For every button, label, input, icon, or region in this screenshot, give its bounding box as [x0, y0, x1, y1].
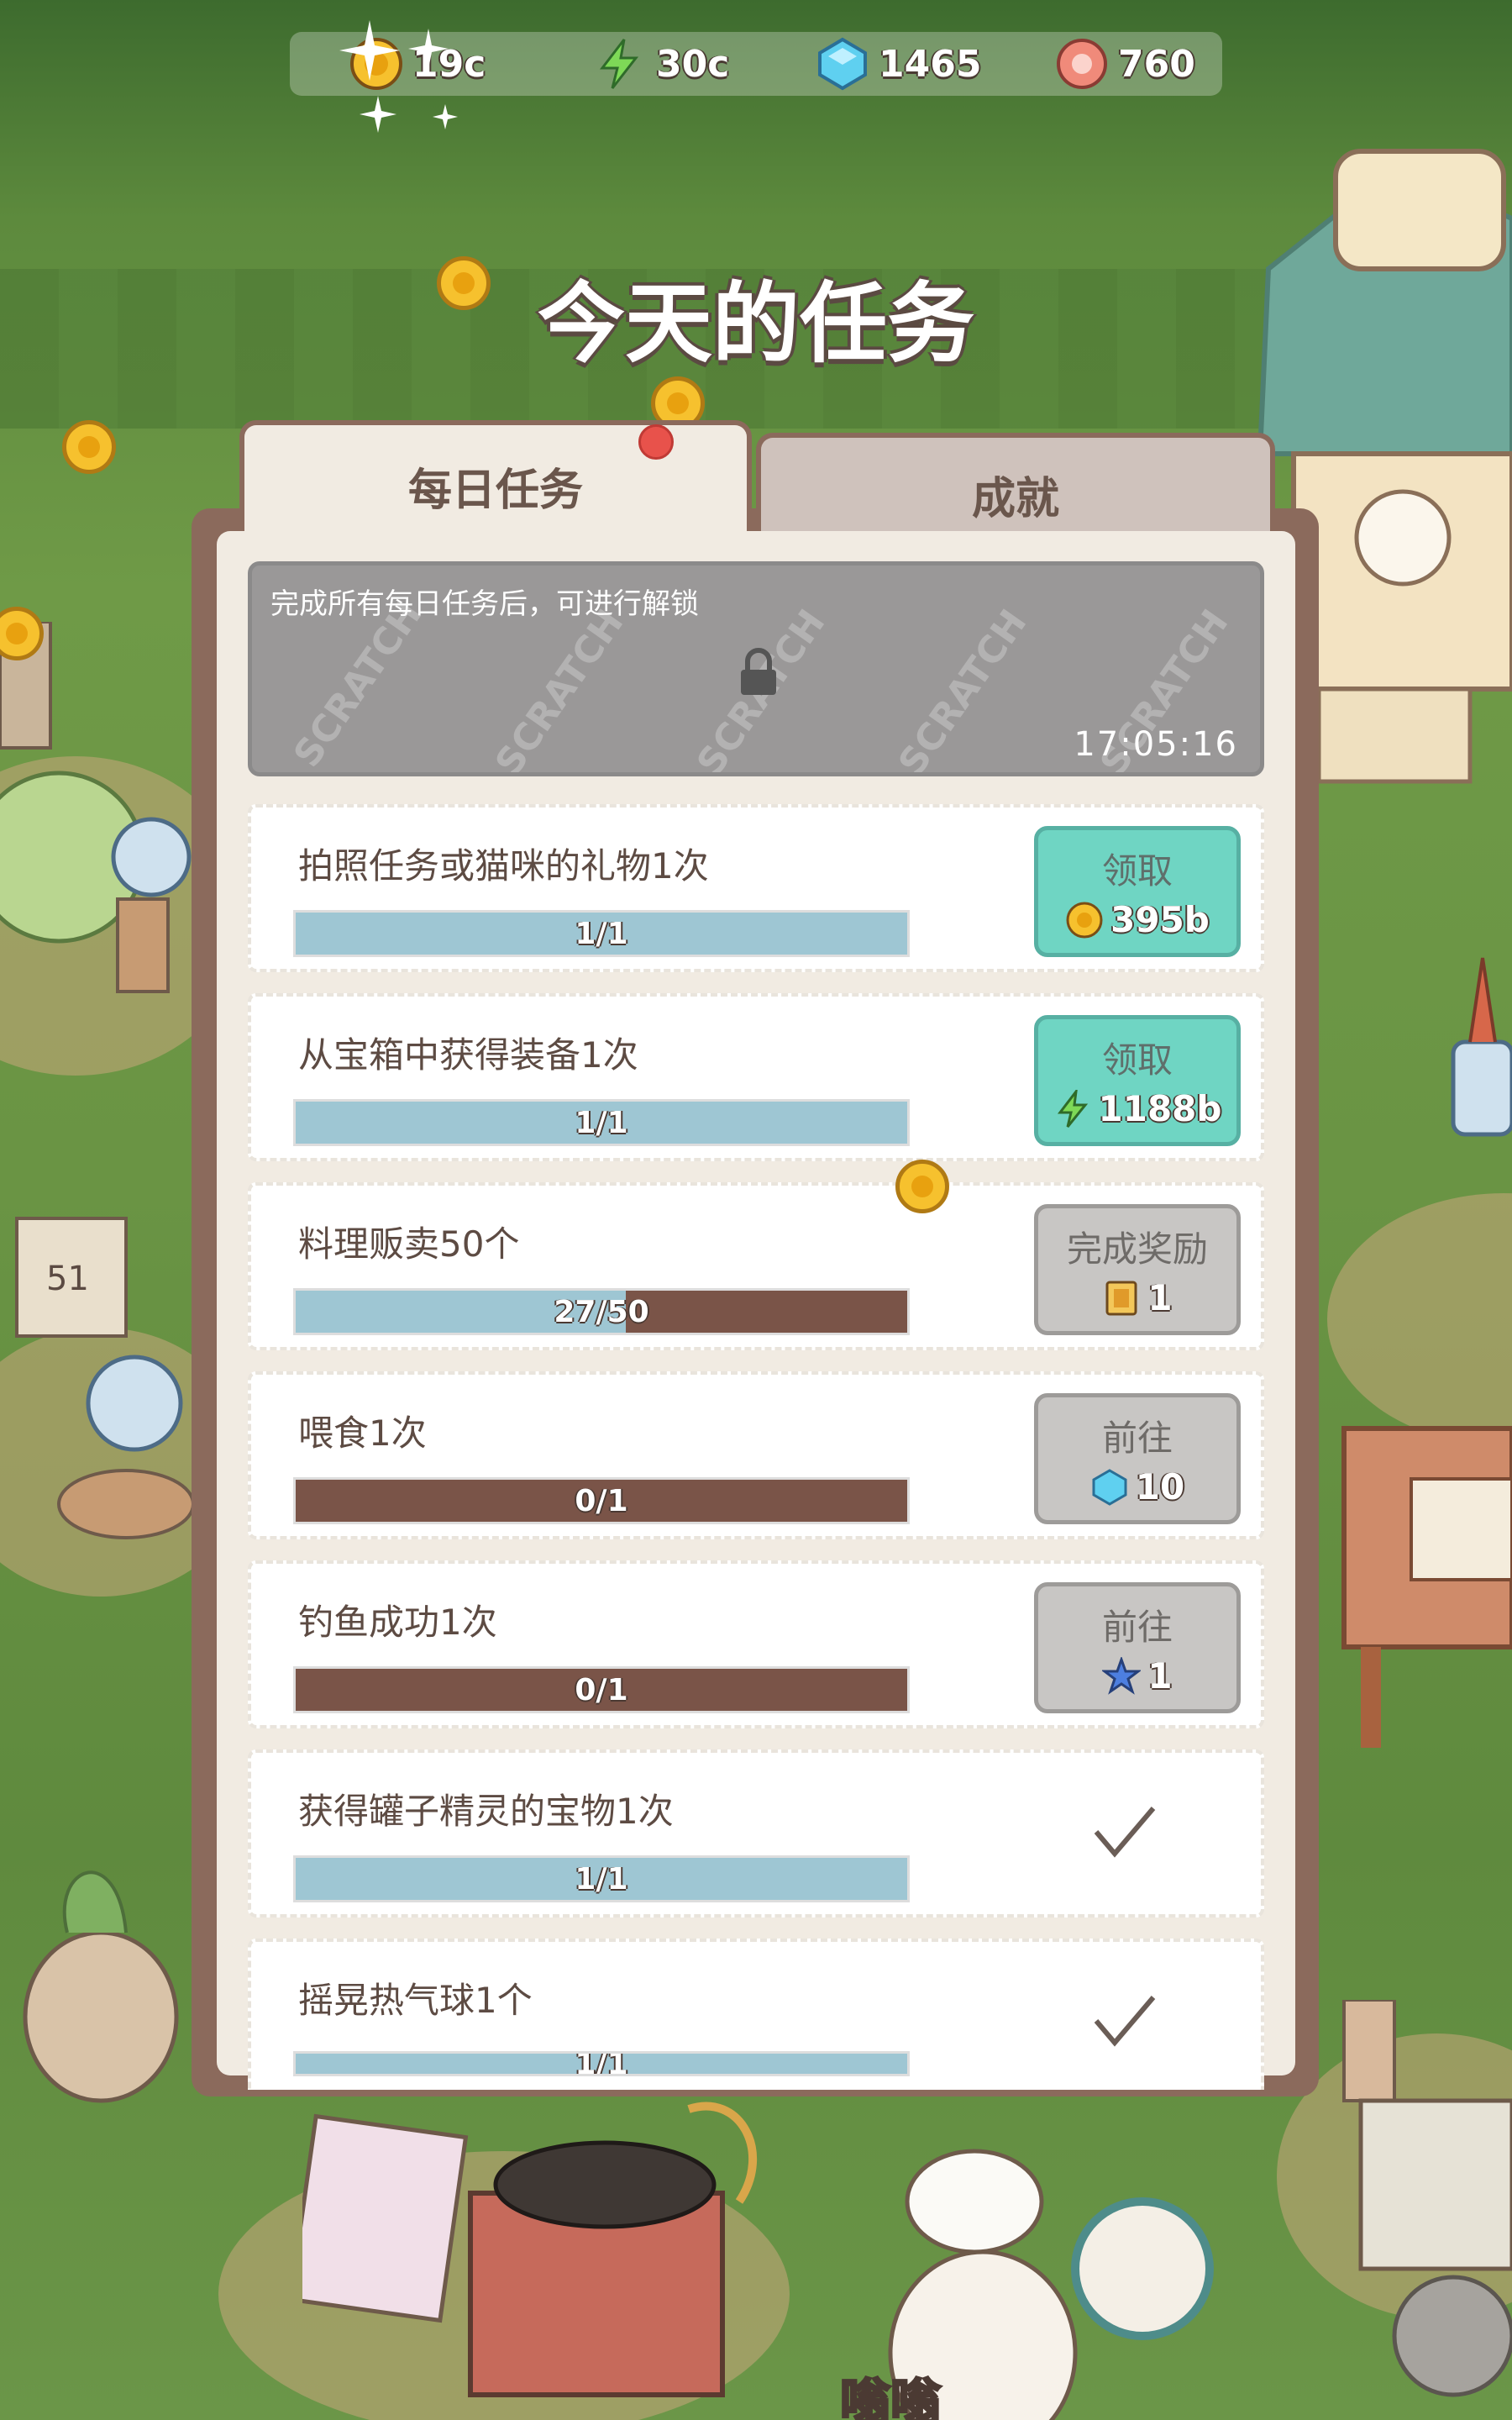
progress-bar: 1/1 [293, 1855, 910, 1902]
claim-button[interactable]: 领取 395b [1034, 826, 1241, 957]
task-name: 料理贩卖50个 [298, 1223, 520, 1265]
task-name: 钓鱼成功1次 [298, 1602, 497, 1643]
gem-icon [1092, 1468, 1127, 1506]
task-row: 从宝箱中获得装备1次 1/1 领取 1188b [248, 993, 1264, 1161]
progress-text: 1/1 [575, 1861, 628, 1897]
plant-pot-icon [23, 1870, 179, 2103]
gramophone-icon[interactable] [302, 2101, 840, 2420]
progress-text: 0/1 [575, 1672, 628, 1707]
star-fragment-icon [1102, 1656, 1142, 1695]
scratch-watermark: SCRATCH [487, 602, 633, 776]
button-label: 完成奖励 [1066, 1228, 1208, 1270]
lightning-icon [599, 39, 639, 89]
checkmark-icon [1094, 1996, 1156, 2047]
reward-amount: 1 [1147, 1655, 1173, 1697]
bottom-text: 嗡嗡 [840, 2374, 942, 2420]
cabbage-cat-icon [0, 622, 192, 993]
gem-amount: 1465 [879, 42, 982, 86]
progress-text: 1/1 [575, 916, 628, 951]
task-row: 摇晃热气球1个 1/1 [248, 1939, 1264, 2090]
progress-bar: 27/50 [293, 1288, 910, 1335]
progress-text: 0/1 [575, 1483, 628, 1518]
floating-coin-icon[interactable] [437, 256, 491, 310]
task-name: 从宝箱中获得装备1次 [298, 1034, 638, 1076]
currency-fish[interactable]: 760 [1054, 32, 1195, 96]
button-label: 前往 [1101, 1607, 1173, 1648]
energy-amount: 30c [656, 42, 730, 86]
reward-amount: 395b [1110, 899, 1210, 940]
go-button[interactable]: 前往 10 [1034, 1393, 1241, 1524]
progress-bar: 1/1 [293, 910, 910, 957]
progress-bar: 0/1 [293, 1477, 910, 1524]
task-name: 拍照任务或猫咪的礼物1次 [298, 845, 709, 886]
progress-text: 1/1 [575, 1105, 628, 1140]
coin-icon [1066, 902, 1103, 938]
locked-description: 完成所有每日任务后，可进行解锁 [270, 587, 699, 621]
currency-energy[interactable]: 30c [592, 32, 729, 96]
go-button[interactable]: 前往 1 [1034, 1582, 1241, 1713]
ticket-icon [1105, 1281, 1137, 1315]
task-row: 获得罐子精灵的宝物1次 1/1 [248, 1749, 1264, 1918]
tab-daily-tasks[interactable]: 每日任务 [239, 420, 752, 546]
task-row: 喂食1次 0/1 前往 10 [248, 1371, 1264, 1539]
reward-amount: 1188b [1098, 1088, 1222, 1129]
laundry-cat-icon [1342, 2000, 1512, 2397]
task-name: 摇晃热气球1个 [298, 1980, 533, 2021]
locked-bonus-card[interactable]: SCRATCH SCRATCH SCRATCH SCRATCH SCRATCH … [248, 561, 1264, 776]
button-label: 前往 [1101, 1418, 1173, 1459]
task-name: 喂食1次 [298, 1413, 427, 1454]
button-label: 领取 [1101, 1039, 1173, 1081]
progress-bar: 1/1 [293, 2051, 910, 2076]
sparkle-icon [339, 20, 458, 133]
notice-board-icon [1341, 1426, 1512, 1748]
task-row: 料理贩卖50个 27/50 完成奖励 1 [248, 1182, 1264, 1350]
checkmark-icon [1094, 1807, 1156, 1858]
lock-icon [741, 648, 776, 695]
signpost-icon: 51 [15, 1217, 193, 1539]
page-title: 今天的任务 [537, 272, 974, 375]
task-row: 拍照任务或猫咪的礼物1次 1/1 领取 395b [248, 804, 1264, 972]
completion-reward-button[interactable]: 完成奖励 1 [1034, 1204, 1241, 1335]
floating-coin-icon[interactable] [895, 1160, 949, 1213]
gem-icon [818, 37, 867, 91]
currency-gem[interactable]: 1465 [815, 32, 981, 96]
task-name: 获得罐子精灵的宝物1次 [298, 1791, 674, 1832]
claim-button[interactable]: 领取 1188b [1034, 1015, 1241, 1146]
notification-dot [638, 424, 674, 460]
carrot-plant-icon [1451, 957, 1512, 1137]
task-row: 钓鱼成功1次 0/1 前往 1 [248, 1560, 1264, 1728]
progress-text: 27/50 [554, 1294, 649, 1329]
progress-text: 1/1 [575, 2051, 628, 2076]
reward-amount: 10 [1135, 1466, 1185, 1507]
progress-bar: 0/1 [293, 1666, 910, 1713]
svg-text:51: 51 [46, 1260, 89, 1298]
dirt-patch [1327, 1193, 1512, 1445]
reward-amount: 1 [1147, 1277, 1173, 1318]
lightning-icon [1057, 1089, 1088, 1128]
scratch-watermark: SCRATCH [890, 602, 1036, 776]
floating-coin-icon[interactable] [62, 420, 116, 474]
chef-cat-icon: 嗡嗡 [840, 2149, 1214, 2420]
countdown-timer: 17:05:16 [1074, 725, 1238, 764]
fish-icon [1057, 39, 1107, 89]
button-label: 领取 [1101, 850, 1173, 892]
fish-amount: 760 [1118, 42, 1195, 86]
progress-bar: 1/1 [293, 1099, 910, 1146]
